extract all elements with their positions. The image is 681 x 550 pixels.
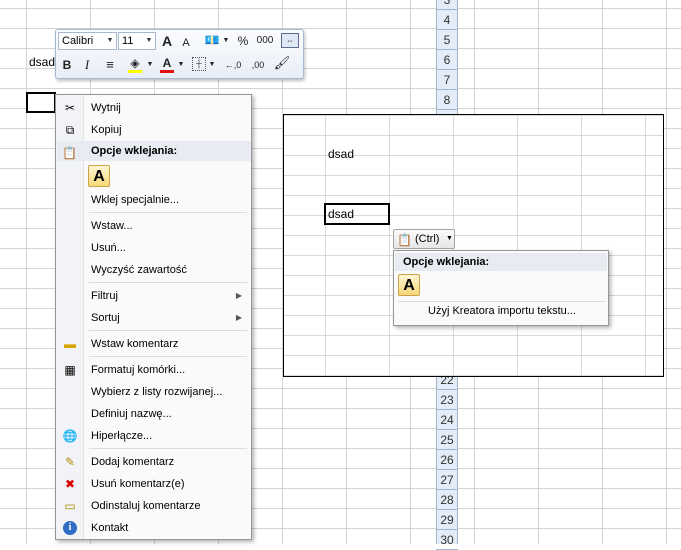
menu-item-copy[interactable]: ⧉ Kopiuj (56, 119, 251, 141)
mini-toolbar: Calibri ▼ 11 ▼ A A 💶 ▼ % 000 ⇔ B I ≡ ◈ ▼… (55, 29, 304, 79)
row-header[interactable]: 4 (436, 10, 458, 30)
fill-color-bar (128, 70, 142, 73)
menu-item-format-cells[interactable]: ▦ Formatuj komórki... (56, 359, 251, 381)
menu-item-clear-contents[interactable]: Wyczyść zawartość (56, 259, 251, 281)
menu-item-hyperlink[interactable]: 🌐 Hiperłącze... (56, 425, 251, 447)
menu-item-add-comment[interactable]: ✎ Dodaj komentarz (56, 451, 251, 473)
font-color-letter: A (162, 56, 172, 70)
grow-font-button[interactable]: A (160, 32, 174, 50)
chevron-down-icon[interactable]: ▼ (104, 33, 116, 49)
chevron-down-icon[interactable]: ▼ (222, 32, 230, 50)
cell-text-dsad[interactable]: dsad (29, 55, 55, 69)
clipboard-icon: 📋 (397, 233, 412, 247)
active-cell[interactable] (26, 92, 56, 113)
menu-item-uninstall-comments[interactable]: ▭ Odinstaluj komentarze (56, 495, 251, 517)
chevron-down-icon[interactable]: ▼ (146, 56, 154, 74)
menu-item-cut[interactable]: ✂ Wytnij (56, 97, 251, 119)
row-header[interactable]: 29 (436, 510, 458, 530)
row-header[interactable]: 28 (436, 490, 458, 510)
row-header[interactable]: 8 (436, 90, 458, 110)
row-header[interactable]: 3 (436, 0, 458, 10)
font-size-value: 11 (122, 35, 134, 47)
increase-decimal-button[interactable]: ←,0 (222, 56, 244, 74)
row-header[interactable]: 26 (436, 450, 458, 470)
comment-note-icon: ▭ (64, 499, 76, 513)
percent-button[interactable]: % (236, 32, 250, 50)
menu-item-insert[interactable]: Wstaw... (56, 215, 251, 237)
row-header[interactable]: 23 (436, 390, 458, 410)
paste-option-a-icon[interactable]: A (88, 165, 110, 187)
popup-separator (398, 301, 606, 302)
format-painter-icon[interactable]: 🖌 (273, 54, 291, 72)
chevron-down-icon[interactable]: ▼ (143, 33, 155, 49)
menu-item-delete-comments[interactable]: ✖ Usuń komentarz(e) (56, 473, 251, 495)
menu-item-define-name[interactable]: Definiuj nazwę... (56, 403, 251, 425)
fill-color-icon[interactable]: ◈ (126, 54, 144, 73)
add-comment-icon: ✎ (64, 455, 76, 469)
submenu-arrow-icon: ▶ (235, 291, 242, 300)
picture-selected-cell-text: dsad (328, 207, 355, 221)
row-header[interactable]: 25 (436, 430, 458, 450)
row-header[interactable]: 30 (436, 530, 458, 550)
menu-item-pick-from-list[interactable]: Wybierz z listy rozwijanej... (56, 381, 251, 403)
hyperlink-globe-icon: 🌐 (62, 429, 78, 443)
menu-item-contact[interactable]: i Kontakt (56, 517, 251, 539)
paste-options-header: 📋 Opcje wklejania: (57, 141, 251, 161)
font-color-bar (160, 70, 174, 73)
context-menu: ✂ Wytnij ⧉ Kopiuj 📋 Opcje wklejania: A W… (55, 94, 252, 540)
ctrl-label: (Ctrl) (415, 233, 440, 245)
paste-keep-text-icon[interactable]: A (398, 274, 420, 296)
row-header[interactable]: 27 (436, 470, 458, 490)
font-name-combo[interactable]: Calibri ▼ (58, 32, 117, 50)
thousands-separator-button[interactable]: 000 (254, 32, 276, 50)
bold-button[interactable]: B (60, 56, 74, 74)
clipboard-icon: 📋 (62, 146, 77, 160)
menu-separator (89, 448, 247, 449)
menu-item-sort[interactable]: Sortuj ▶ (56, 307, 251, 329)
row-header[interactable]: 7 (436, 70, 458, 90)
font-name-value: Calibri (62, 35, 94, 47)
font-size-combo[interactable]: 11 ▼ (118, 32, 156, 50)
info-icon: i (63, 521, 77, 535)
chevron-down-icon[interactable]: ▼ (208, 56, 216, 74)
decrease-decimal-button[interactable]: ,00 (247, 56, 269, 74)
paste-options-ctrl-button[interactable]: 📋 (Ctrl) ▼ (393, 229, 455, 249)
align-center-icon[interactable]: ≡ (102, 56, 118, 74)
delete-comment-icon: ✖ (64, 477, 76, 491)
picture-cell-text: dsad (328, 147, 355, 161)
folder-icon: ▬ (64, 337, 76, 351)
row-header[interactable]: 24 (436, 410, 458, 430)
menu-item-filter[interactable]: Filtruj ▶ (56, 285, 251, 307)
row-header[interactable]: 5 (436, 30, 458, 50)
menu-separator (89, 330, 247, 331)
menu-item-paste-special[interactable]: Wklej specjalnie... (56, 189, 251, 211)
merge-center-icon[interactable]: ⇔ (281, 33, 299, 48)
borders-icon[interactable]: ┼ (192, 57, 206, 71)
row-header[interactable]: 6 (436, 50, 458, 70)
menu-item-delete[interactable]: Usuń... (56, 237, 251, 259)
menu-separator (89, 212, 247, 213)
italic-button[interactable]: I (80, 56, 94, 74)
menu-separator (89, 282, 247, 283)
paste-options-popup: Opcje wklejania: A Użyj Kreatora importu… (393, 250, 609, 326)
submenu-arrow-icon: ▶ (235, 313, 242, 322)
popup-header: Opcje wklejania: (395, 253, 607, 271)
format-cells-icon: ▦ (64, 363, 76, 377)
accounting-format-icon[interactable]: 💶 (203, 31, 221, 49)
scissors-icon: ✂ (64, 101, 76, 115)
font-color-button[interactable]: A (159, 54, 175, 73)
chevron-down-icon: ▼ (446, 235, 453, 242)
menu-separator (89, 356, 247, 357)
copy-icon: ⧉ (65, 123, 75, 137)
chevron-down-icon[interactable]: ▼ (177, 56, 185, 74)
shrink-font-button[interactable]: A (180, 34, 192, 52)
text-import-wizard-item[interactable]: Użyj Kreatora importu tekstu... (428, 305, 576, 317)
menu-item-insert-comment[interactable]: ▬ Wstaw komentarz (56, 333, 251, 355)
